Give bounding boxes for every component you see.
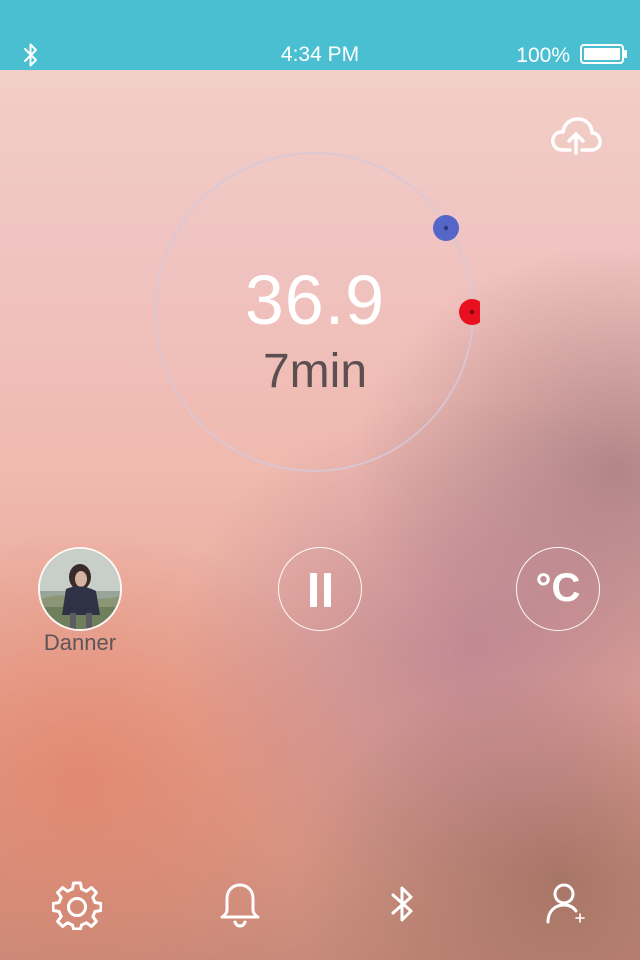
duration-value: 7min <box>262 345 368 398</box>
bluetooth-icon[interactable] <box>377 880 427 930</box>
avatar-photo <box>40 549 120 629</box>
app-screen: 4:34 PM 100% 36.9 7min Danner °C <box>0 0 640 960</box>
pause-button[interactable] <box>278 547 362 631</box>
pause-icon <box>310 573 317 607</box>
blue-marker[interactable] <box>433 215 459 241</box>
cloud-upload-icon[interactable] <box>550 114 602 156</box>
avatar[interactable] <box>38 547 122 631</box>
battery-percentage: 100% <box>516 44 570 67</box>
gear-icon[interactable] <box>52 880 102 930</box>
bell-icon[interactable] <box>215 880 265 930</box>
status-bar: 4:34 PM 100% <box>0 0 640 70</box>
add-user-icon[interactable] <box>540 880 590 930</box>
user-name: Danner <box>43 630 117 655</box>
battery-full-icon <box>580 44 627 64</box>
unit-label: °C <box>535 566 581 610</box>
pause-icon <box>324 573 331 607</box>
temperature-unit-button[interactable]: °C <box>516 547 600 631</box>
temperature-value: 36.9 <box>244 261 386 339</box>
